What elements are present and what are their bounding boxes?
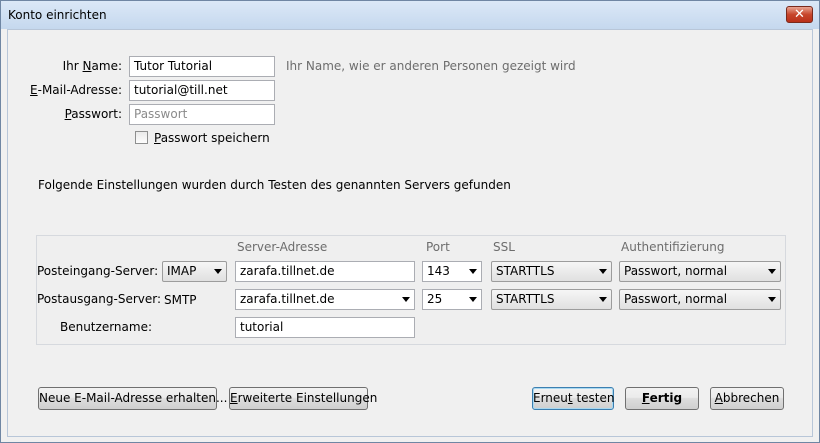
chevron-down-icon bbox=[599, 297, 607, 302]
dialog-content: Ihr Name: Tutor Tutorial Ihr Name, wie e… bbox=[7, 29, 813, 437]
done-button[interactable]: Fertig bbox=[625, 387, 699, 410]
username-label: Benutzername: bbox=[59, 320, 152, 334]
column-header-address: Server-Adresse bbox=[237, 240, 328, 254]
outgoing-address-select[interactable]: zarafa.tillnet.de bbox=[235, 289, 415, 310]
email-input[interactable]: tutorial@till.net bbox=[129, 80, 275, 101]
title-bar[interactable]: Konto einrichten ✕ bbox=[1, 1, 819, 29]
email-label: E-Mail-Adresse: bbox=[30, 83, 122, 97]
window-title: Konto einrichten bbox=[8, 8, 107, 22]
column-header-port: Port bbox=[426, 240, 450, 254]
close-icon: ✕ bbox=[794, 7, 805, 22]
chevron-down-icon bbox=[402, 297, 410, 302]
save-password-label[interactable]: Passwort speichern bbox=[154, 131, 270, 145]
incoming-port-select[interactable]: 143 bbox=[422, 261, 482, 282]
name-input[interactable]: Tutor Tutorial bbox=[129, 56, 275, 77]
server-settings-panel: Server-Adresse Port SSL Authentifizierun… bbox=[36, 235, 786, 345]
outgoing-port-select[interactable]: 25 bbox=[422, 289, 482, 310]
chevron-down-icon bbox=[768, 297, 776, 302]
outgoing-protocol: SMTP bbox=[164, 293, 197, 307]
outgoing-ssl-select[interactable]: STARTTLS bbox=[491, 289, 612, 310]
chevron-down-icon bbox=[469, 297, 477, 302]
name-hint: Ihr Name, wie er anderen Personen gezeig… bbox=[286, 59, 576, 73]
password-label: Passwort: bbox=[64, 107, 122, 121]
password-input[interactable]: Passwort bbox=[129, 104, 275, 125]
incoming-address-input[interactable]: zarafa.tillnet.de bbox=[235, 261, 415, 282]
chevron-down-icon bbox=[214, 269, 222, 274]
retest-button[interactable]: Erneut testen bbox=[532, 387, 614, 410]
username-input[interactable]: tutorial bbox=[235, 317, 415, 338]
outgoing-server-label: Postausgang-Server: bbox=[37, 292, 162, 306]
incoming-auth-select[interactable]: Passwort, normal bbox=[619, 261, 781, 282]
column-header-ssl: SSL bbox=[493, 240, 515, 254]
status-message: Folgende Einstellungen wurden durch Test… bbox=[38, 178, 511, 192]
dialog-window: Konto einrichten ✕ Ihr Name: Tutor Tutor… bbox=[0, 0, 820, 443]
incoming-ssl-select[interactable]: STARTTLS bbox=[491, 261, 612, 282]
incoming-server-label: Posteingang-Server: bbox=[37, 264, 159, 278]
chevron-down-icon bbox=[599, 269, 607, 274]
new-email-address-button[interactable]: Neue E-Mail-Adresse erhalten... bbox=[38, 387, 227, 410]
close-button[interactable]: ✕ bbox=[786, 6, 813, 23]
chevron-down-icon bbox=[469, 269, 477, 274]
incoming-protocol-select[interactable]: IMAP bbox=[162, 261, 227, 282]
checkbox-icon[interactable] bbox=[135, 131, 148, 144]
advanced-settings-button[interactable]: Erweiterte Einstellungen bbox=[229, 387, 377, 410]
name-label: Ihr Name: bbox=[62, 59, 122, 73]
cancel-button[interactable]: Abbrechen bbox=[710, 387, 784, 410]
column-header-auth: Authentifizierung bbox=[621, 240, 725, 254]
chevron-down-icon bbox=[768, 269, 776, 274]
outgoing-auth-select[interactable]: Passwort, normal bbox=[619, 289, 781, 310]
